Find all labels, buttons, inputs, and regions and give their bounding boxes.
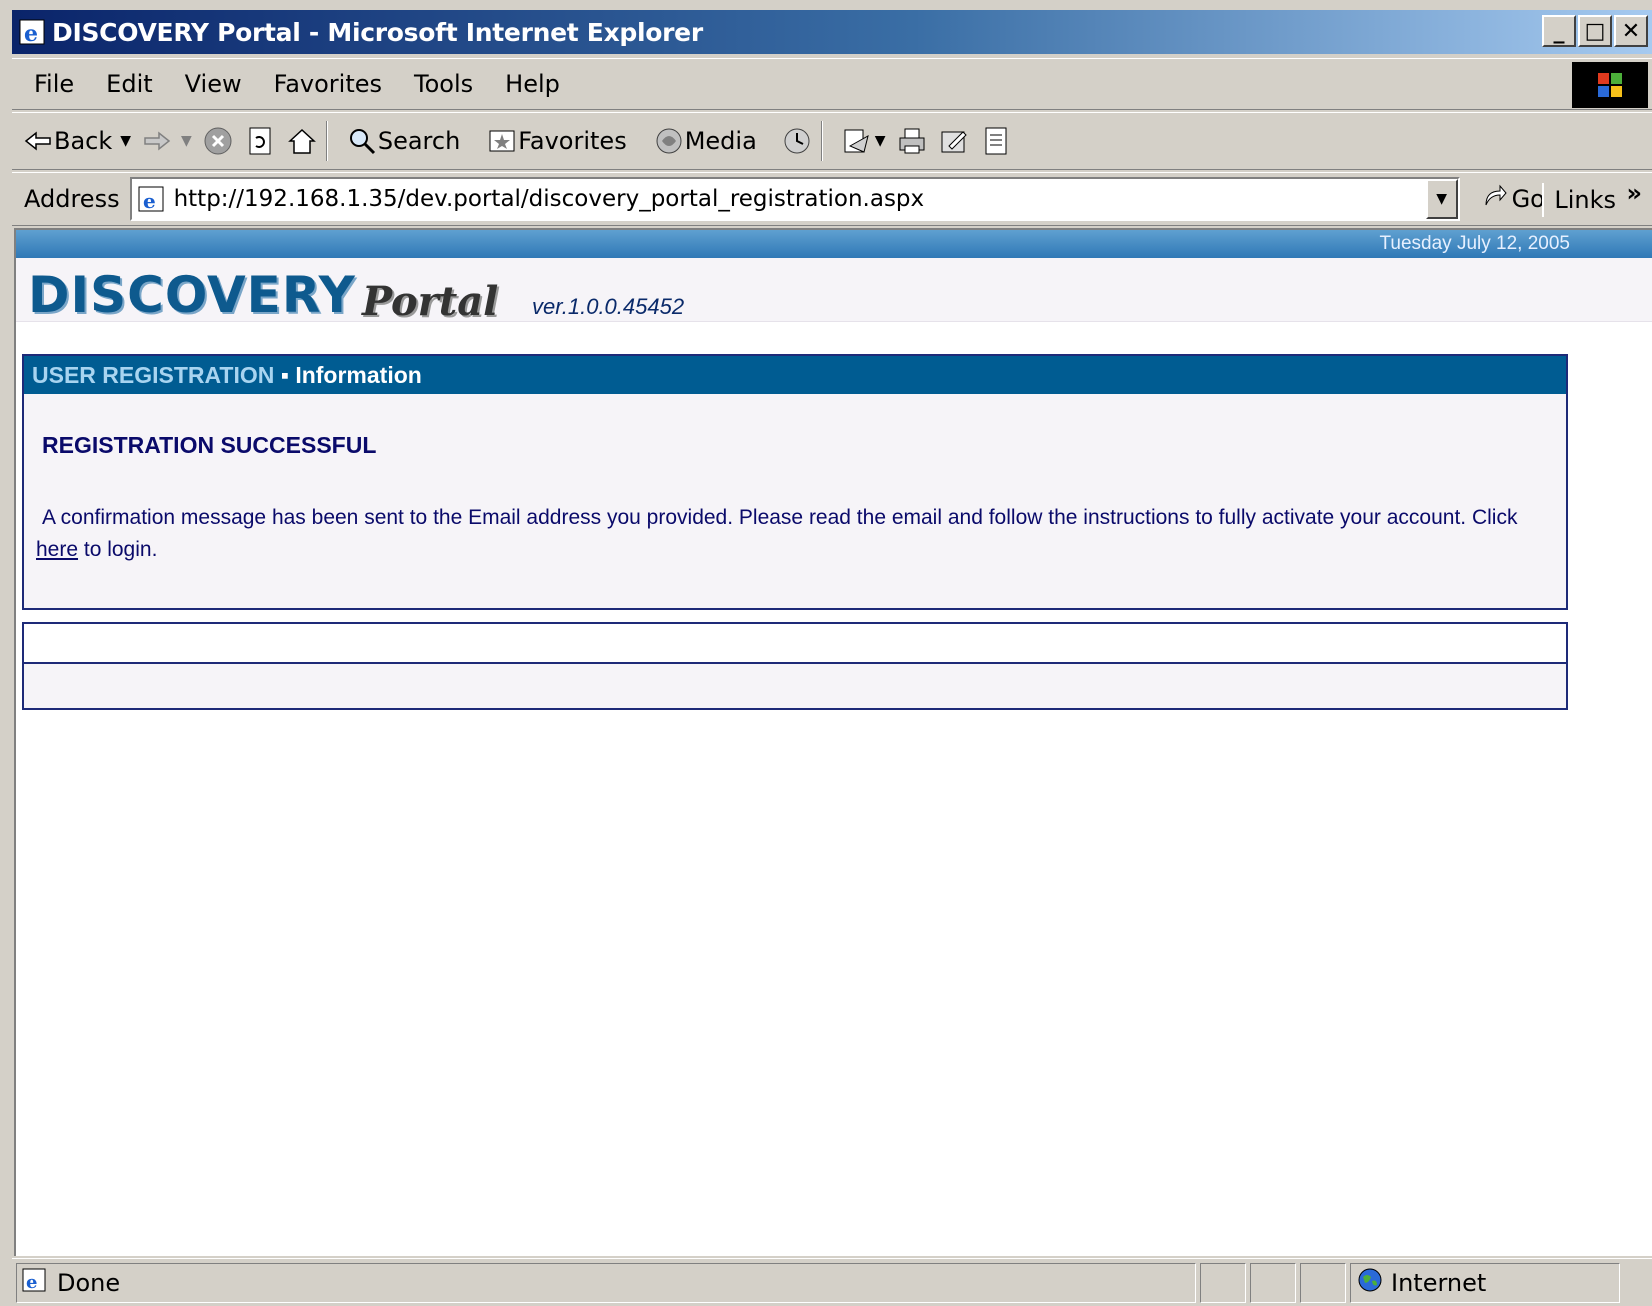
back-dropdown-icon[interactable]: ▼ [120, 133, 131, 149]
history-button[interactable] [781, 125, 813, 157]
search-icon [346, 125, 378, 157]
confirmation-message: A confirmation message has been sent to … [36, 502, 1526, 566]
mail-icon [841, 125, 873, 157]
media-label: Media [684, 127, 757, 155]
menu-tools[interactable]: Tools [414, 70, 473, 98]
security-zone: Internet [1350, 1262, 1620, 1303]
date-bar: Tuesday July 12, 2005 [16, 230, 1652, 258]
portal-logo: Portal [362, 278, 499, 325]
menu-bar: File Edit View Favorites Tools Help [12, 58, 1652, 110]
breadcrumb-information: Information [295, 362, 422, 388]
history-icon [781, 125, 813, 157]
footer-panel [22, 622, 1568, 710]
toolbar-separator-2 [820, 121, 823, 161]
back-button[interactable]: Back ▼ [22, 125, 131, 157]
message-text: A confirmation message has been sent to … [42, 506, 1518, 529]
mail-dropdown-icon[interactable]: ▼ [875, 133, 886, 149]
print-icon [896, 125, 928, 157]
svg-text:e: e [26, 1272, 37, 1293]
status-text: Done [57, 1268, 121, 1297]
svg-text:e: e [24, 21, 38, 46]
status-cell-2 [1250, 1262, 1296, 1303]
media-button[interactable]: Media [653, 125, 757, 157]
menu-favorites[interactable]: Favorites [274, 70, 382, 98]
breadcrumb-separator: ▪ [274, 362, 296, 388]
title-bar: e DISCOVERY Portal - Microsoft Internet … [12, 10, 1652, 54]
web-content: Tuesday July 12, 2005 DISCOVERY Portal v… [14, 228, 1652, 1256]
internet-explorer-icon: e [19, 19, 45, 46]
discovery-logo: DISCOVERY [28, 266, 356, 324]
window-title: DISCOVERY Portal - Microsoft Internet Ex… [52, 17, 703, 47]
go-label: Go [1511, 185, 1545, 213]
forward-dropdown-icon[interactable]: ▼ [181, 133, 192, 149]
stop-icon [202, 125, 234, 157]
favorites-label: Favorites [518, 127, 627, 155]
breadcrumb-user-registration: USER REGISTRATION [32, 362, 275, 388]
minimize-button[interactable]: _ [1542, 15, 1576, 47]
toolbar-separator [325, 121, 328, 161]
refresh-icon [244, 125, 276, 157]
mail-button[interactable]: ▼ [841, 125, 886, 157]
stop-button[interactable] [202, 125, 234, 157]
menu-help[interactable]: Help [505, 70, 560, 98]
menu-file[interactable]: File [34, 70, 74, 98]
page-status-icon: e [21, 1267, 47, 1299]
links-chevron-icon[interactable]: » [1626, 179, 1642, 207]
print-button[interactable] [896, 125, 928, 157]
svg-text:e: e [143, 189, 156, 213]
windows-logo-icon [1572, 62, 1648, 108]
back-arrow-icon [22, 125, 54, 157]
message-end: to login. [78, 538, 158, 561]
status-cell-3 [1300, 1262, 1346, 1303]
footer-panel-top [24, 624, 1566, 664]
links-button[interactable]: Links [1542, 183, 1616, 217]
maximize-button[interactable]: □ [1578, 15, 1612, 47]
forward-button[interactable]: ▼ [141, 125, 192, 157]
status-cell-1 [1200, 1262, 1246, 1303]
refresh-button[interactable] [244, 125, 276, 157]
edit-icon [938, 125, 970, 157]
discuss-icon [980, 125, 1012, 157]
forward-arrow-icon [141, 125, 173, 157]
login-link[interactable]: here [36, 538, 78, 561]
address-label: Address [24, 185, 120, 213]
registration-panel: USER REGISTRATION ▪ Information REGISTRA… [22, 354, 1568, 610]
favorites-button[interactable]: Favorites [486, 125, 627, 157]
home-button[interactable] [286, 125, 318, 157]
back-label: Back [54, 127, 113, 155]
edit-button[interactable] [938, 125, 970, 157]
menu-edit[interactable]: Edit [106, 70, 152, 98]
registration-successful-heading: REGISTRATION SUCCESSFUL [42, 432, 377, 458]
address-dropdown-icon[interactable]: ▼ [1425, 179, 1458, 219]
menu-view[interactable]: View [185, 70, 242, 98]
address-bar: Address e http://192.168.1.35/dev.portal… [12, 172, 1652, 226]
home-icon [286, 125, 318, 157]
version-label: ver.1.0.0.45452 [532, 294, 685, 319]
go-button[interactable]: Go [1482, 183, 1545, 215]
toolbar: Back ▼ ▼ Search Favorites Media ▼ [12, 112, 1652, 170]
status-bar: e Done Internet [12, 1258, 1652, 1306]
page-icon: e [138, 186, 164, 213]
address-url: http://192.168.1.35/dev.portal/discovery… [173, 186, 925, 212]
search-button[interactable]: Search [346, 125, 460, 157]
media-icon [653, 125, 685, 157]
address-input[interactable]: e http://192.168.1.35/dev.portal/discove… [129, 177, 1460, 221]
go-arrow-icon [1482, 183, 1508, 215]
discuss-button[interactable] [980, 125, 1012, 157]
close-button[interactable]: ✕ [1614, 15, 1648, 47]
search-label: Search [377, 127, 461, 155]
globe-icon [1357, 1267, 1383, 1299]
status-text-pane: e Done [16, 1262, 1196, 1303]
panel-header: USER REGISTRATION ▪ Information [24, 356, 1566, 394]
favorites-icon [486, 125, 518, 157]
zone-label: Internet [1391, 1268, 1487, 1297]
